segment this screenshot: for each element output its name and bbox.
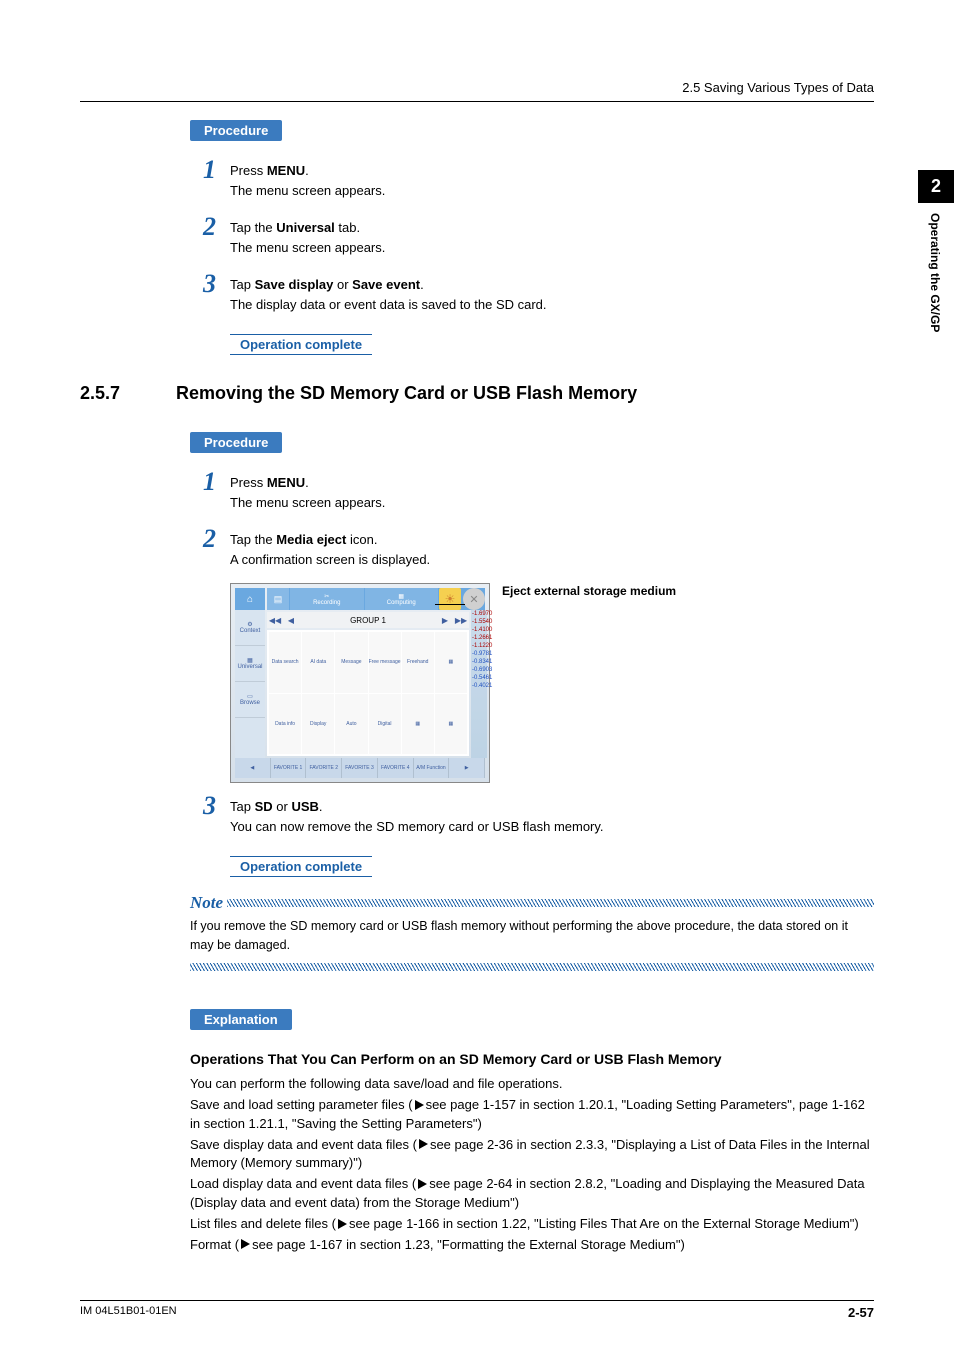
header-breadcrumb: 2.5 Saving Various Types of Data bbox=[80, 80, 874, 102]
step-text: Tap bbox=[230, 799, 255, 814]
step-number: 3 bbox=[190, 793, 216, 819]
page-footer: IM 04L51B01-01EN 2-57 bbox=[80, 1300, 874, 1320]
step-bold: MENU bbox=[267, 475, 305, 490]
explanation-line: Save and load setting parameter files ( bbox=[190, 1097, 413, 1112]
step-2: 2 Tap the Media eject icon. A confirmati… bbox=[190, 526, 874, 569]
step-text: . bbox=[305, 163, 309, 178]
note-text: If you remove the SD memory card or USB … bbox=[190, 913, 874, 959]
computing-button: ▦Computing bbox=[365, 588, 439, 610]
step-subtext: You can now remove the SD memory card or… bbox=[230, 819, 604, 834]
step-text: or bbox=[273, 799, 292, 814]
operation-complete: Operation complete bbox=[230, 334, 372, 355]
section-heading: 2.5.7 Removing the SD Memory Card or USB… bbox=[80, 383, 874, 404]
sidebar-universal: ▦Universal bbox=[235, 646, 265, 682]
step-number: 2 bbox=[190, 526, 216, 552]
step-bold: Save event bbox=[352, 277, 420, 292]
note-header: Note bbox=[190, 893, 874, 913]
step-text: . bbox=[305, 475, 309, 490]
step-text: or bbox=[333, 277, 352, 292]
step-subtext: The menu screen appears. bbox=[230, 495, 385, 510]
step-bold: Universal bbox=[276, 220, 335, 235]
step-text: icon. bbox=[346, 532, 377, 547]
doc-id: IM 04L51B01-01EN bbox=[80, 1305, 177, 1320]
procedure-label: Procedure bbox=[190, 120, 282, 141]
section-title: Removing the SD Memory Card or USB Flash… bbox=[176, 383, 637, 404]
memory-icon: ▤ bbox=[267, 588, 289, 610]
step-text: tab. bbox=[335, 220, 360, 235]
step-subtext: A confirmation screen is displayed. bbox=[230, 552, 430, 567]
step-text: . bbox=[420, 277, 424, 292]
screenshot-with-caption: ⌂ ⚙Context ▦Universal ▭Browse ▤ ✂Recordi… bbox=[230, 583, 874, 783]
step-text: Press bbox=[230, 163, 267, 178]
explanation-subheading: Operations That You Can Perform on an SD… bbox=[190, 1050, 874, 1070]
recording-button: ✂Recording bbox=[290, 588, 364, 610]
step-text: Tap bbox=[230, 277, 255, 292]
triangle-icon bbox=[338, 1219, 347, 1229]
screenshot-caption: Eject external storage medium bbox=[502, 583, 676, 600]
explanation-line: Save display data and event data files ( bbox=[190, 1137, 417, 1152]
page-number: 2-57 bbox=[848, 1305, 874, 1320]
step-number: 2 bbox=[190, 214, 216, 240]
explanation-label: Explanation bbox=[190, 1009, 292, 1030]
hatching-decoration bbox=[190, 963, 874, 971]
home-icon: ⌂ bbox=[235, 588, 265, 610]
step-3: 3 Tap Save display or Save event. The di… bbox=[190, 271, 874, 314]
procedure-label: Procedure bbox=[190, 432, 282, 453]
explanation-line: see page 1-166 in section 1.22, "Listing… bbox=[349, 1216, 859, 1231]
sidebar-browse: ▭Browse bbox=[235, 682, 265, 718]
explanation-line: List files and delete files ( bbox=[190, 1216, 336, 1231]
triangle-icon bbox=[415, 1100, 424, 1110]
explanation-body: You can perform the following data save/… bbox=[190, 1075, 874, 1255]
step-text: Press bbox=[230, 475, 267, 490]
step-1: 1 Press MENU. The menu screen appears. bbox=[190, 469, 874, 512]
device-screenshot: ⌂ ⚙Context ▦Universal ▭Browse ▤ ✂Recordi… bbox=[230, 583, 490, 783]
explanation-line: Format ( bbox=[190, 1237, 239, 1252]
close-icon: ✕ bbox=[463, 588, 485, 610]
step-bold: Media eject bbox=[276, 532, 346, 547]
hatching-decoration bbox=[227, 899, 874, 907]
triangle-icon bbox=[419, 1139, 428, 1149]
section-number: 2.5.7 bbox=[80, 383, 152, 404]
menu-grid: Data searchAI dataMessageFree messageFre… bbox=[267, 630, 469, 756]
side-tab: 2 Operating the GX/GP bbox=[918, 170, 954, 342]
step-bold: SD bbox=[255, 799, 273, 814]
chapter-title-tab: Operating the GX/GP bbox=[918, 203, 952, 342]
eject-icon: ☀ bbox=[439, 588, 461, 610]
step-bold: MENU bbox=[267, 163, 305, 178]
sidebar-context: ⚙Context bbox=[235, 610, 265, 646]
step-bold: Save display bbox=[255, 277, 334, 292]
group-navigation: ◀◀◀ GROUP 1 ▶▶▶ bbox=[267, 612, 469, 628]
step-text: Tap the bbox=[230, 532, 276, 547]
explanation-line: see page 1-167 in section 1.23, "Formatt… bbox=[252, 1237, 685, 1252]
triangle-icon bbox=[418, 1179, 427, 1189]
triangle-icon bbox=[241, 1239, 250, 1249]
step-bold: USB bbox=[291, 799, 318, 814]
step-number: 1 bbox=[190, 469, 216, 495]
data-values: -1.6970-1.5540-1.4100-1.2661-1.1220-0.97… bbox=[471, 610, 487, 758]
explanation-intro: You can perform the following data save/… bbox=[190, 1075, 874, 1094]
chapter-num-tab: 2 bbox=[918, 170, 954, 203]
step-subtext: The menu screen appears. bbox=[230, 183, 385, 198]
step-number: 1 bbox=[190, 157, 216, 183]
step-number: 3 bbox=[190, 271, 216, 297]
operation-complete: Operation complete bbox=[230, 856, 372, 877]
favorites-bar: ◀ FAVORITE 1FAVORITE 2FAVORITE 3FAVORITE… bbox=[235, 758, 485, 778]
step-subtext: The display data or event data is saved … bbox=[230, 297, 547, 312]
step-text: . bbox=[319, 799, 323, 814]
step-subtext: The menu screen appears. bbox=[230, 240, 385, 255]
step-text: Tap the bbox=[230, 220, 276, 235]
step-2: 2 Tap the Universal tab. The menu screen… bbox=[190, 214, 874, 257]
step-3: 3 Tap SD or USB. You can now remove the … bbox=[190, 793, 874, 836]
explanation-line: Load display data and event data files ( bbox=[190, 1176, 416, 1191]
note-label: Note bbox=[190, 893, 223, 913]
step-1: 1 Press MENU. The menu screen appears. bbox=[190, 157, 874, 200]
